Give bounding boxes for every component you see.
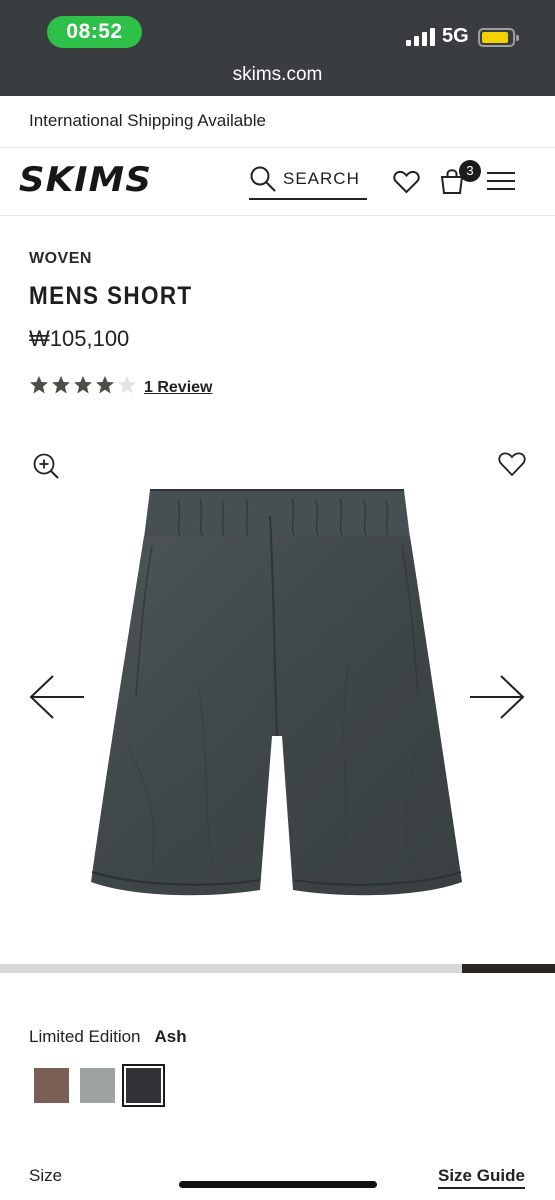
color-swatch[interactable] (34, 1068, 69, 1103)
review-link[interactable]: 1 Review (144, 379, 212, 397)
network-label: 5G (442, 25, 469, 47)
search-label: SEARCH (283, 169, 360, 188)
search-button[interactable]: SEARCH (249, 162, 367, 200)
menu-icon[interactable] (487, 170, 515, 192)
size-label: Size (29, 1166, 63, 1185)
zoom-in-icon[interactable] (32, 452, 60, 480)
arrow-left-icon[interactable] (29, 674, 85, 720)
star-filled-icon (74, 376, 92, 394)
announcement-text: International Shipping Available (29, 111, 266, 130)
browser-chrome: 08:52 5G skims.com (0, 0, 555, 96)
status-time: 08:52 (47, 16, 142, 48)
color-swatch[interactable] (80, 1068, 115, 1103)
arrow-right-icon[interactable] (469, 674, 525, 720)
size-guide-link[interactable]: Size Guide (438, 1166, 525, 1189)
heart-icon[interactable] (498, 451, 526, 477)
selected-color-name: Ash (154, 1027, 187, 1046)
cart-count-badge: 3 (459, 160, 481, 182)
search-icon (250, 166, 276, 192)
wishlist-heart-icon[interactable] (393, 170, 420, 194)
product-price: ₩105,100 (29, 326, 130, 351)
site-header: SKIMS SEARCH (0, 148, 555, 216)
gallery-progress (0, 964, 555, 973)
announcement-bar: International Shipping Available (0, 96, 555, 148)
product-category: WOVEN (29, 250, 92, 267)
product-title: MENS SHORT (29, 282, 193, 310)
signal-icon (406, 28, 436, 46)
product-image[interactable] (88, 486, 466, 906)
star-filled-icon (96, 376, 114, 394)
color-swatch[interactable] (122, 1064, 165, 1107)
battery-icon (478, 28, 519, 47)
home-indicator (179, 1181, 377, 1188)
star-empty-icon (118, 376, 136, 394)
color-edition-label: Limited Edition (29, 1027, 141, 1046)
color-selector-label: Limited Edition Ash (29, 1027, 187, 1047)
star-filled-icon (30, 376, 48, 394)
brand-logo[interactable]: SKIMS (19, 160, 152, 200)
rating-stars (29, 375, 139, 397)
url-bar[interactable]: skims.com (0, 64, 555, 86)
gallery-progress-fill (462, 964, 555, 973)
star-filled-icon (52, 376, 70, 394)
